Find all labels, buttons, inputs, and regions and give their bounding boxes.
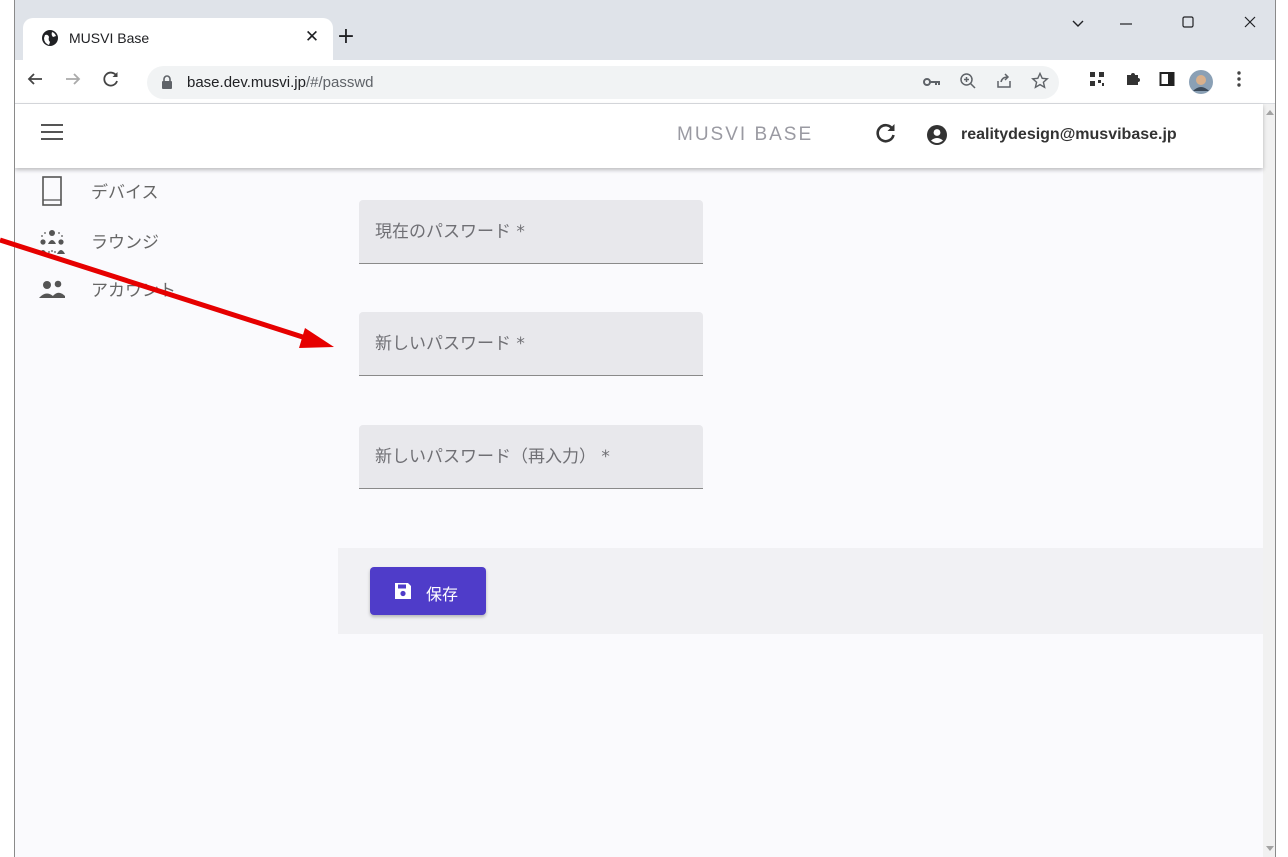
form-toolbar: 保存 xyxy=(338,548,1263,634)
sidebar-item-label: ラウンジ xyxy=(91,233,159,253)
url-text: base.dev.musvi.jp/#/passwd xyxy=(187,74,374,91)
confirm-password-field[interactable] xyxy=(359,425,703,489)
sidebar-item-devices[interactable]: デバイス xyxy=(37,172,257,208)
browser-menu-icon[interactable] xyxy=(1227,70,1251,94)
current-password-field[interactable] xyxy=(359,200,703,264)
side-panel-icon[interactable] xyxy=(1155,70,1179,94)
save-button[interactable]: 保存 xyxy=(370,567,486,615)
browser-tab[interactable]: MUSVI Base ✕ xyxy=(23,18,333,60)
sidebar-item-label: アカウント xyxy=(91,281,176,301)
qr-code-icon[interactable] xyxy=(1085,70,1109,94)
account-circle-icon[interactable] xyxy=(927,125,947,145)
browser-toolbar: base.dev.musvi.jp/#/passwd xyxy=(15,60,1275,104)
url-path: /#/passwd xyxy=(305,74,374,91)
url-host: base.dev.musvi.jp xyxy=(187,74,306,91)
close-window-icon[interactable] xyxy=(1235,12,1265,36)
account-email[interactable]: realitydesign@musvibase.jp xyxy=(961,126,1177,144)
password-key-icon[interactable] xyxy=(921,72,943,94)
hamburger-menu-icon[interactable] xyxy=(41,124,63,144)
forward-arrow-icon[interactable] xyxy=(61,70,85,94)
address-bar[interactable]: base.dev.musvi.jp/#/passwd xyxy=(147,66,1059,99)
browser-window: MUSVI Base ✕ + base.dev.musvi.jp/#/passw… xyxy=(14,0,1276,857)
sidebar-item-label: デバイス xyxy=(91,183,159,203)
page-scrollbar[interactable] xyxy=(1263,104,1275,857)
floppy-disk-icon xyxy=(395,583,411,599)
tab-title: MUSVI Base xyxy=(69,30,150,46)
current-password-input[interactable] xyxy=(359,200,703,263)
share-icon[interactable] xyxy=(993,72,1015,94)
save-button-label: 保存 xyxy=(426,587,459,604)
refresh-icon[interactable] xyxy=(873,122,899,148)
scroll-up-arrow-icon[interactable] xyxy=(1266,110,1274,115)
maximize-window-icon[interactable] xyxy=(1173,12,1203,36)
lock-icon xyxy=(162,75,172,89)
extensions-puzzle-icon[interactable] xyxy=(1121,70,1145,94)
sidebar-item-lounge[interactable]: ラウンジ xyxy=(37,222,257,258)
new-tab-button[interactable]: + xyxy=(333,24,359,50)
tab-search-chevron-icon[interactable] xyxy=(1063,12,1093,36)
back-arrow-icon[interactable] xyxy=(23,70,47,94)
close-tab-icon[interactable]: ✕ xyxy=(301,26,323,48)
reload-page-icon[interactable] xyxy=(99,70,123,94)
new-password-field[interactable] xyxy=(359,312,703,376)
zoom-icon[interactable] xyxy=(957,72,979,94)
bookmark-star-icon[interactable] xyxy=(1029,71,1051,94)
minimize-window-icon[interactable] xyxy=(1111,12,1141,36)
sidebar-item-account[interactable]: アカウント xyxy=(37,270,257,306)
lounge-people-icon xyxy=(39,230,65,254)
new-password-input[interactable] xyxy=(359,312,703,375)
tablet-icon xyxy=(42,176,62,206)
account-group-icon xyxy=(39,280,65,298)
tab-strip: MUSVI Base ✕ + xyxy=(15,0,1275,60)
app-brand: MUSVI BASE xyxy=(677,124,814,145)
app-header: MUSVI BASE realitydesign@musvibase.jp xyxy=(15,104,1263,168)
confirm-password-input[interactable] xyxy=(359,425,703,488)
profile-avatar-icon[interactable] xyxy=(1189,70,1213,94)
globe-icon xyxy=(42,30,58,46)
scroll-down-arrow-icon[interactable] xyxy=(1266,846,1274,851)
